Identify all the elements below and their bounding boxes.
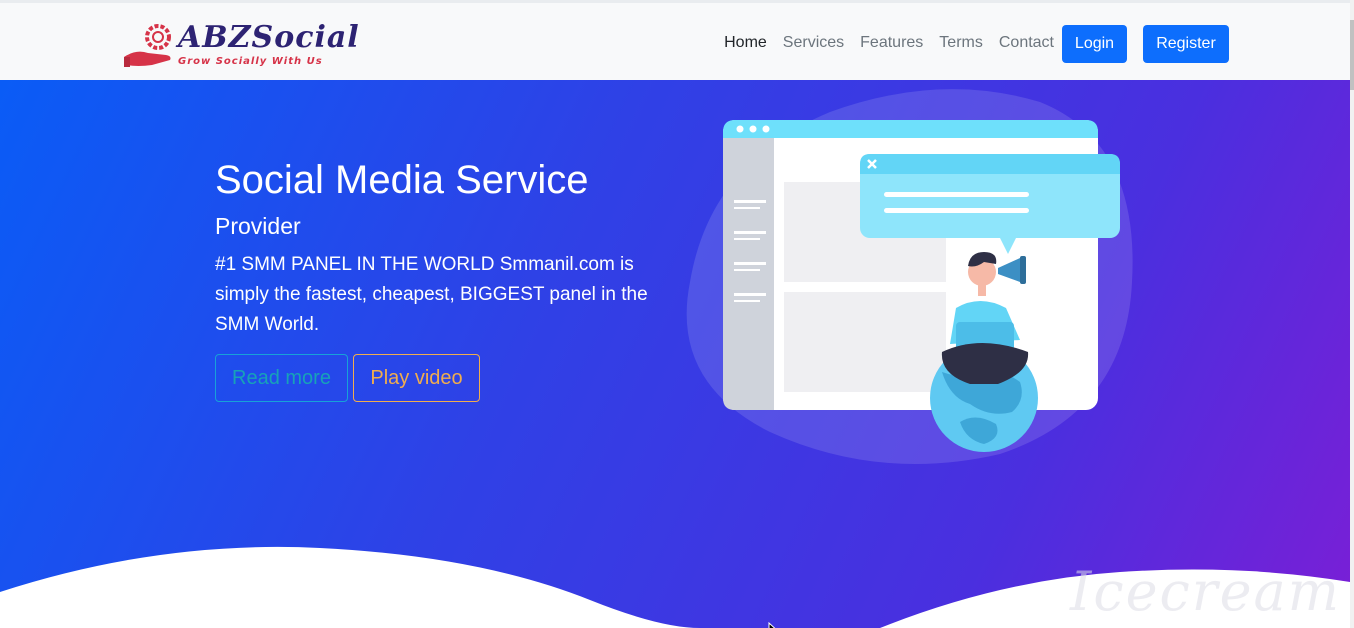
- hero-title: Social Media Service: [215, 158, 589, 202]
- watermark: Icecream: [1070, 560, 1341, 623]
- navbar: ABZSocial Grow Socially With Us Home Ser…: [0, 0, 1350, 80]
- hero-subtitle: Provider: [215, 213, 301, 239]
- login-button[interactable]: Login: [1062, 25, 1127, 63]
- nav-home[interactable]: Home: [724, 34, 767, 52]
- hero-section: Social Media Service Provider #1 SMM PAN…: [0, 80, 1350, 628]
- main-nav: Home Services Features Terms Contact: [724, 34, 1054, 52]
- logo-hand-gear-icon: [124, 24, 171, 67]
- nav-features[interactable]: Features: [860, 34, 923, 52]
- scroll-thumb[interactable]: [1350, 20, 1354, 90]
- page-scrollbar[interactable]: [1350, 0, 1354, 628]
- brand-logo[interactable]: ABZSocial Grow Socially With Us: [122, 20, 359, 73]
- play-video-button[interactable]: Play video: [353, 354, 480, 402]
- mouse-cursor-icon: [768, 622, 776, 628]
- hero-description: #1 SMM PANEL IN THE WORLD Smmanil.com is…: [215, 254, 648, 335]
- brand-name: ABZSocial: [178, 20, 360, 55]
- brand-tagline: Grow Socially With Us: [178, 56, 323, 67]
- nav-terms[interactable]: Terms: [939, 34, 983, 52]
- register-button[interactable]: Register: [1143, 25, 1229, 63]
- read-more-button[interactable]: Read more: [215, 354, 348, 402]
- nav-contact[interactable]: Contact: [999, 34, 1054, 52]
- hero-illustration: [686, 89, 1133, 465]
- nav-services[interactable]: Services: [783, 34, 844, 52]
